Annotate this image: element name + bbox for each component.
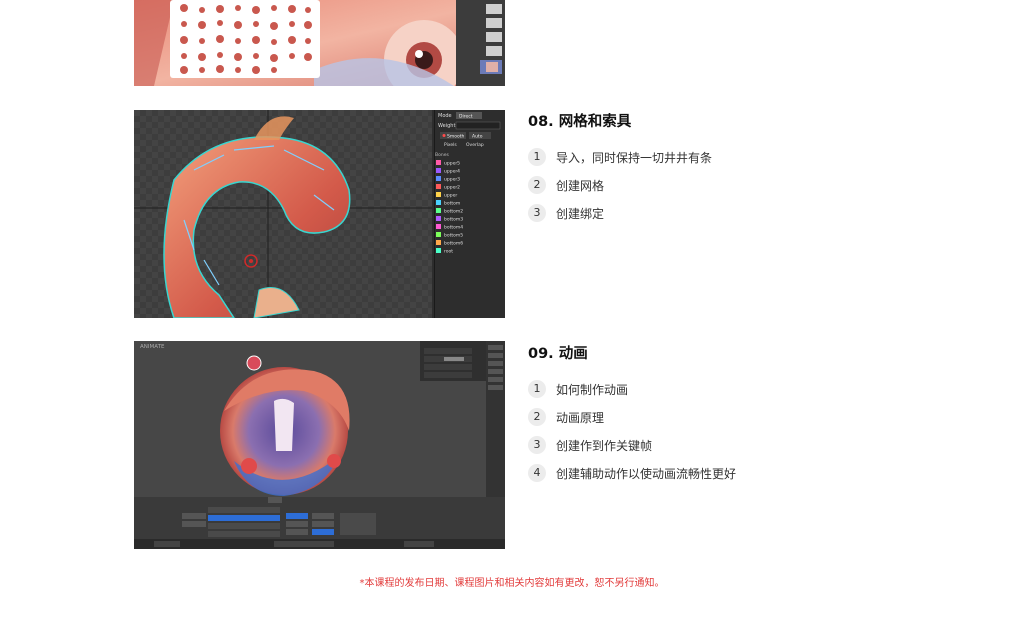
bone-item[interactable]: upper <box>444 193 457 199</box>
bone-color-swatch <box>436 168 441 173</box>
bone-color-swatch <box>436 184 441 189</box>
step-number-badge: 3 <box>528 204 546 222</box>
mesh-mode-label: Mode <box>438 113 452 119</box>
svg-text:Overlap: Overlap <box>466 142 484 148</box>
list-item: 1 导入，同时保持一切井井有条 <box>528 148 928 166</box>
section-animation: 09. 动画 1 如何制作动画 2 动画原理 3 创建作到作关键帧 4 创建辅助… <box>528 344 928 492</box>
step-text: 创建绑定 <box>556 206 605 221</box>
step-number-badge: 1 <box>528 380 546 398</box>
animate-screenshot: ANIMATE <box>134 341 505 549</box>
bone-color-swatch <box>436 240 441 245</box>
bone-color-swatch <box>436 160 441 165</box>
bone-item[interactable]: bottom4 <box>444 225 463 231</box>
list-item: 2 动画原理 <box>528 408 928 426</box>
step-number-badge: 4 <box>528 464 546 482</box>
step-text: 导入，同时保持一切井井有条 <box>556 150 713 165</box>
svg-text:Bones: Bones <box>435 152 449 158</box>
bone-color-swatch <box>436 232 441 237</box>
animate-mode-label: ANIMATE <box>140 344 165 350</box>
bone-item[interactable]: upper3 <box>444 177 460 183</box>
svg-text:Weight: Weight <box>438 123 455 129</box>
bone-item[interactable]: bottom3 <box>444 217 463 223</box>
disclaimer-notice: *本课程的发布日期、课程图片和相关内容如有更改，恕不另行通知。 <box>359 578 665 589</box>
steps-list: 1 如何制作动画 2 动画原理 3 创建作到作关键帧 4 创建辅助动作以使动画流… <box>528 380 928 482</box>
section-mesh-rigging: 08. 网格和索具 1 导入，同时保持一切井井有条 2 创建网格 3 创建绑定 <box>528 112 928 232</box>
bone-color-swatch <box>436 216 441 221</box>
section-title: 08. 网格和索具 <box>528 114 632 130</box>
step-text: 动画原理 <box>556 410 605 425</box>
list-item: 4 创建辅助动作以使动画流畅性更好 <box>528 464 928 482</box>
list-item: 1 如何制作动画 <box>528 380 928 398</box>
svg-text:Pixels: Pixels <box>444 142 457 148</box>
bone-item[interactable]: bottom <box>444 201 460 207</box>
step-text: 创建辅助动作以使动画流畅性更好 <box>556 466 737 481</box>
step-number-badge: 2 <box>528 408 546 426</box>
list-item: 2 创建网格 <box>528 176 928 194</box>
bone-color-swatch <box>436 176 441 181</box>
bone-item[interactable]: upper2 <box>444 185 460 191</box>
step-number-badge: 1 <box>528 148 546 166</box>
list-item: 3 创建绑定 <box>528 204 928 222</box>
step-text: 创建作到作关键帧 <box>556 438 653 453</box>
step-text: 创建网格 <box>556 178 605 193</box>
section-title: 09. 动画 <box>528 346 588 362</box>
mesh-rigging-screenshot: Mode Direct Weight Smooth Auto Pixels Ov… <box>134 110 505 318</box>
bone-color-swatch <box>436 192 441 197</box>
step-number-badge: 3 <box>528 436 546 454</box>
bone-color-swatch <box>436 248 441 253</box>
steps-list: 1 导入，同时保持一切井井有条 2 创建网格 3 创建绑定 <box>528 148 928 222</box>
bone-item[interactable]: upper5 <box>444 161 460 167</box>
bone-item[interactable]: upper4 <box>444 169 460 175</box>
bone-item[interactable]: bottom2 <box>444 209 463 215</box>
brushes-screenshot <box>134 0 505 86</box>
bone-color-swatch <box>436 200 441 205</box>
bone-item[interactable]: bottom5 <box>444 233 463 239</box>
step-number-badge: 2 <box>528 176 546 194</box>
bone-color-swatch <box>436 208 441 213</box>
svg-text:Direct: Direct <box>459 114 473 120</box>
svg-text:Auto: Auto <box>472 134 483 140</box>
bone-item[interactable]: root <box>444 249 453 255</box>
step-text: 如何制作动画 <box>556 382 629 397</box>
bone-color-swatch <box>436 224 441 229</box>
svg-text:Smooth: Smooth <box>447 134 465 140</box>
bone-item[interactable]: bottom6 <box>444 241 463 247</box>
list-item: 3 创建作到作关键帧 <box>528 436 928 454</box>
